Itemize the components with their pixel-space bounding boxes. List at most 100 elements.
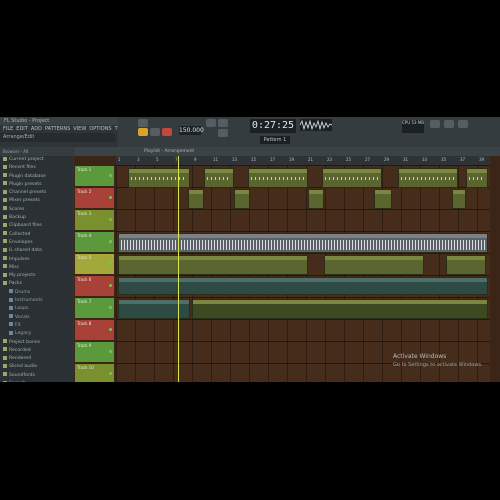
pattern-clip[interactable] bbox=[248, 168, 308, 188]
pattern-clip[interactable] bbox=[324, 255, 424, 275]
record-button[interactable] bbox=[162, 128, 172, 136]
browser-item[interactable]: Backup bbox=[0, 214, 73, 222]
browser-panel: Browser - All Current project Recent file… bbox=[0, 147, 73, 382]
pattern-clip[interactable] bbox=[322, 168, 382, 188]
browser-item[interactable]: FX bbox=[0, 322, 73, 330]
folder-icon bbox=[3, 247, 7, 252]
timeline-ruler[interactable]: 1 3 5 7 9 11 13 15 17 19 21 23 25 27 29 31 33 35 37 39 bbox=[116, 156, 490, 165]
track-header[interactable]: Track 3 bbox=[75, 210, 114, 230]
browser-item[interactable]: Recorded bbox=[0, 347, 73, 355]
browser-item[interactable]: Soundfonts bbox=[0, 372, 73, 380]
pattern-clip[interactable] bbox=[192, 299, 488, 319]
tempo-display[interactable]: 150.000 bbox=[179, 126, 204, 135]
browser-item[interactable]: Mixer presets bbox=[0, 197, 73, 205]
automation-clip[interactable] bbox=[118, 299, 190, 319]
stop-button[interactable] bbox=[150, 128, 160, 136]
folder-icon bbox=[3, 280, 7, 285]
file-icon bbox=[9, 305, 13, 310]
playlist-button[interactable] bbox=[444, 120, 454, 128]
time-display[interactable]: 0:27:25 bbox=[250, 119, 296, 133]
browser-item[interactable]: Channel presets bbox=[0, 189, 73, 197]
pattern-clip[interactable] bbox=[188, 189, 204, 209]
browser-item[interactable]: IL shared data bbox=[0, 247, 73, 255]
activation-watermark: Activate Windows Go to Settings to activ… bbox=[393, 352, 483, 370]
mute-led-icon[interactable] bbox=[109, 350, 112, 353]
pattern-clip[interactable] bbox=[204, 168, 234, 188]
pattern-clip[interactable] bbox=[452, 189, 466, 209]
track-header[interactable]: Track 2 bbox=[75, 188, 114, 208]
browser-item[interactable]: Legacy bbox=[0, 330, 73, 338]
pattern-clip[interactable] bbox=[466, 168, 488, 188]
countdown-button[interactable] bbox=[218, 129, 228, 137]
browser-item[interactable]: Packs bbox=[0, 280, 73, 288]
browser-item[interactable]: Recent files bbox=[0, 164, 73, 172]
folder-icon bbox=[3, 197, 7, 202]
play-button[interactable] bbox=[138, 128, 148, 136]
pattern-clip[interactable] bbox=[118, 255, 308, 275]
browser-item[interactable]: Collected bbox=[0, 231, 73, 239]
mute-led-icon[interactable] bbox=[109, 262, 112, 265]
pattern-clip[interactable] bbox=[398, 168, 458, 188]
browser-item[interactable]: Plugin database bbox=[0, 173, 73, 181]
wait-button[interactable] bbox=[218, 119, 228, 127]
browser-item[interactable]: Drums bbox=[0, 289, 73, 297]
browser-item[interactable]: Sliced audio bbox=[0, 363, 73, 371]
browser-item[interactable]: Current project bbox=[0, 156, 73, 164]
browser-item-label: Scores bbox=[9, 206, 25, 212]
automation-clip[interactable] bbox=[118, 277, 488, 295]
browser-item[interactable]: Loops bbox=[0, 305, 73, 313]
browser-item[interactable]: Speech bbox=[0, 380, 73, 382]
metronome-button[interactable] bbox=[206, 119, 216, 127]
browser-item[interactable]: Project bones bbox=[0, 339, 73, 347]
menu-item-view[interactable]: VIEW bbox=[73, 126, 86, 132]
pattern-clip[interactable] bbox=[308, 189, 324, 209]
mute-led-icon[interactable] bbox=[109, 196, 112, 199]
track-header[interactable]: Track 4 bbox=[75, 232, 114, 252]
arrangement-grid[interactable] bbox=[116, 165, 490, 382]
browser-item[interactable]: Envelopes bbox=[0, 239, 73, 247]
pattern-clip[interactable] bbox=[374, 189, 392, 209]
mute-led-icon[interactable] bbox=[109, 284, 112, 287]
track-header[interactable]: Track 7 bbox=[75, 298, 114, 318]
pattern-clip[interactable] bbox=[128, 168, 190, 188]
playhead[interactable] bbox=[178, 156, 179, 382]
browser-item-label: Speech bbox=[9, 381, 26, 382]
track-header[interactable]: Track 8 bbox=[75, 320, 114, 340]
menu-item-add[interactable]: ADD bbox=[31, 126, 42, 132]
mute-led-icon[interactable] bbox=[109, 240, 112, 243]
pattern-song-toggle[interactable] bbox=[138, 119, 148, 127]
browser-item[interactable]: Impulses bbox=[0, 256, 73, 264]
pattern-clip[interactable] bbox=[118, 233, 488, 253]
browser-item[interactable]: My projects bbox=[0, 272, 73, 280]
menu-item-file[interactable]: FILE bbox=[3, 126, 13, 132]
track-header[interactable]: Track 1 bbox=[75, 166, 114, 186]
ruler-tick-label: 13 bbox=[232, 157, 238, 162]
mute-led-icon[interactable] bbox=[109, 306, 112, 309]
browser-item[interactable]: Plugin presets bbox=[0, 181, 73, 189]
track-name: Track 5 bbox=[77, 255, 92, 260]
browser-item[interactable]: Rendered bbox=[0, 355, 73, 363]
track-header[interactable]: Track 5 bbox=[75, 254, 114, 274]
menu-item-options[interactable]: OPTIONS bbox=[89, 126, 111, 132]
browser-item[interactable]: Vocals bbox=[0, 314, 73, 322]
mute-led-icon[interactable] bbox=[109, 372, 112, 375]
pattern-clip[interactable] bbox=[446, 255, 486, 275]
track-header[interactable]: Track 6 bbox=[75, 276, 114, 296]
browser-item[interactable]: Misc bbox=[0, 264, 73, 272]
mixer-button[interactable] bbox=[458, 120, 468, 128]
pattern-selector[interactable]: Pattern 1 bbox=[260, 136, 290, 144]
track-header[interactable]: Track 10 bbox=[75, 364, 114, 382]
snapshot-button[interactable] bbox=[430, 120, 440, 128]
browser-item[interactable]: Clipboard files bbox=[0, 222, 73, 230]
track-header[interactable]: Track 9 bbox=[75, 342, 114, 362]
mute-led-icon[interactable] bbox=[109, 328, 112, 331]
browser-item-label: Envelopes bbox=[9, 239, 33, 245]
browser-item[interactable]: Instruments bbox=[0, 297, 73, 305]
mute-led-icon[interactable] bbox=[109, 174, 112, 177]
menu-item-edit[interactable]: EDIT bbox=[16, 126, 28, 132]
menu-item-patterns[interactable]: PATTERNS bbox=[45, 126, 70, 132]
browser-item[interactable]: Scores bbox=[0, 206, 73, 214]
pattern-clip[interactable] bbox=[234, 189, 250, 209]
mute-led-icon[interactable] bbox=[109, 218, 112, 221]
ruler-tick-label: 5 bbox=[156, 157, 159, 162]
